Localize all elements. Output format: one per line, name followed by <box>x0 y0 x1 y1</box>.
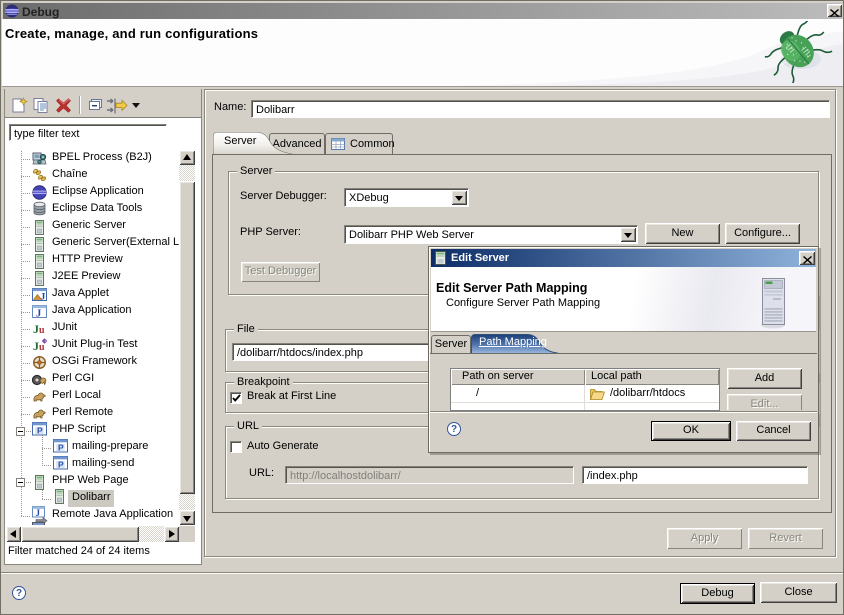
svg-text:J: J <box>36 309 41 320</box>
svg-text:J: J <box>41 293 46 303</box>
svg-text:J: J <box>36 508 41 518</box>
svg-text:u: u <box>39 325 45 336</box>
svg-text:u: u <box>39 342 45 353</box>
